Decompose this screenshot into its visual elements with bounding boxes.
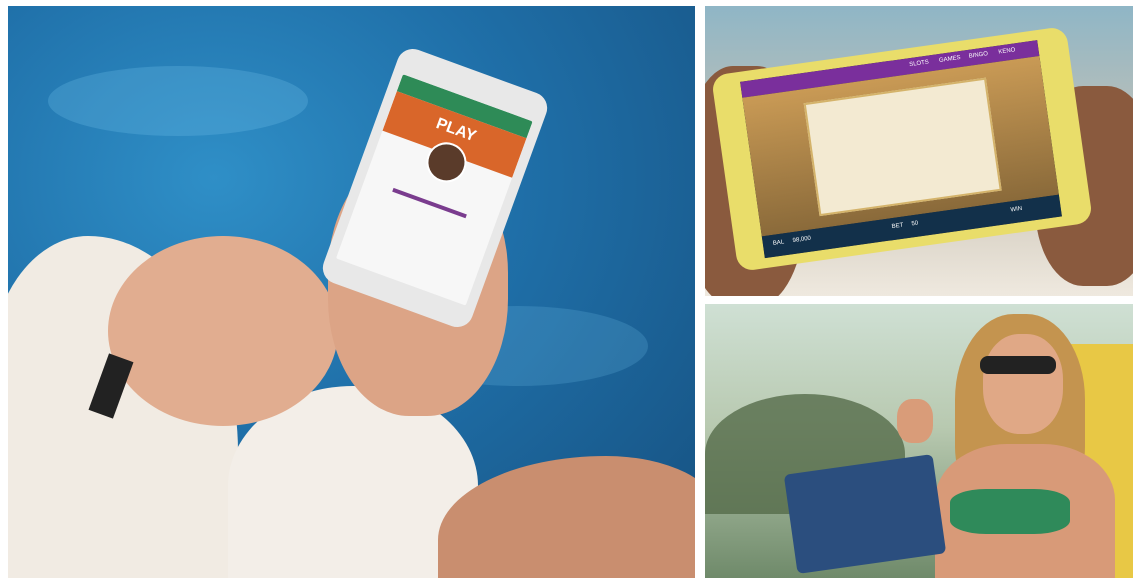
smartphone-landscape: SLOTS GAMES BINGO KENO BAL 98,000 BET 50… <box>710 26 1094 272</box>
tablet <box>783 454 947 574</box>
bet-value: 50 <box>911 220 919 228</box>
bikini-top <box>950 489 1070 534</box>
raised-fist <box>897 399 933 443</box>
phone-screen: SLOTS GAMES BINGO KENO BAL 98,000 BET 50… <box>740 40 1062 259</box>
woman-face <box>983 334 1063 434</box>
progress-bar <box>392 187 467 219</box>
photo-woman-celebrating-tablet <box>705 304 1133 578</box>
water-highlight <box>48 66 308 136</box>
smartphone: PLAY <box>318 44 552 332</box>
photo-woman-holding-phone: PLAY <box>8 6 695 578</box>
hand <box>108 236 338 426</box>
sunglasses <box>980 356 1056 374</box>
photo-slot-game-phone: SLOTS GAMES BINGO KENO BAL 98,000 BET 50… <box>705 6 1133 296</box>
